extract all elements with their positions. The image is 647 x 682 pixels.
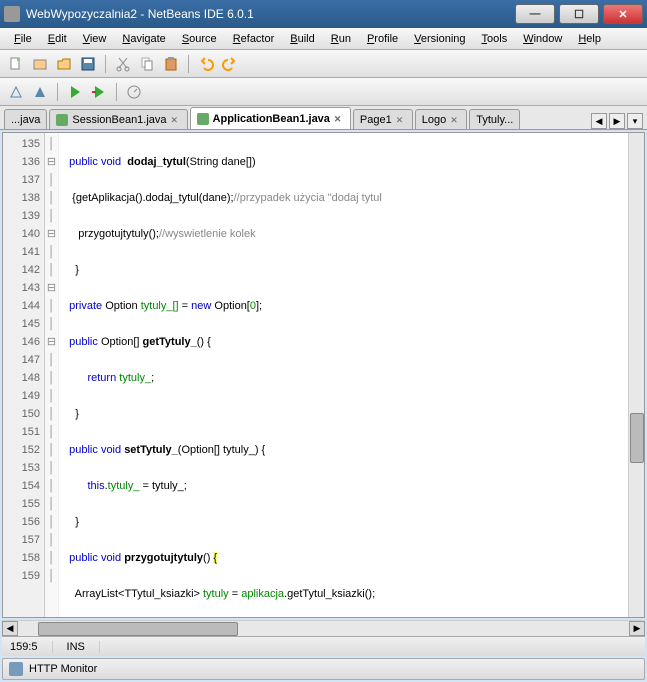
open-button[interactable]: [54, 54, 74, 74]
monitor-icon: [9, 662, 23, 676]
menu-help[interactable]: Help: [570, 31, 609, 47]
scroll-left-button[interactable]: ◀: [2, 621, 18, 636]
profile-button[interactable]: [124, 82, 144, 102]
horizontal-scrollbar[interactable]: ◀ ▶: [2, 620, 645, 636]
http-monitor-panel[interactable]: HTTP Monitor: [2, 658, 645, 680]
cursor-position: 159:5: [10, 641, 53, 653]
status-bar: 159:5 INS: [2, 636, 645, 656]
menu-source[interactable]: Source: [174, 31, 225, 47]
tab-prev-button[interactable]: ◀: [591, 113, 607, 129]
tab-applicationbean[interactable]: ApplicationBean1.java✕: [190, 107, 351, 129]
window-title: WebWypozyczalnia2 - NetBeans IDE 6.0.1: [26, 7, 511, 21]
debug-button[interactable]: [89, 82, 109, 102]
tab-list-button[interactable]: ▾: [627, 113, 643, 129]
scrollbar-thumb[interactable]: [38, 622, 238, 636]
close-icon[interactable]: ✕: [171, 115, 181, 125]
code-area[interactable]: public void dodaj_tytul(String dane[]) {…: [59, 133, 628, 617]
clean-build-button[interactable]: [30, 82, 50, 102]
tab-next-button[interactable]: ▶: [609, 113, 625, 129]
close-icon[interactable]: ✕: [396, 115, 406, 125]
menu-build[interactable]: Build: [282, 31, 322, 47]
tab-tytuly[interactable]: Tytuly...: [469, 109, 520, 129]
redo-button[interactable]: [220, 54, 240, 74]
menu-edit[interactable]: Edit: [40, 31, 75, 47]
panel-label: HTTP Monitor: [29, 663, 97, 675]
undo-button[interactable]: [196, 54, 216, 74]
menu-refactor[interactable]: Refactor: [225, 31, 283, 47]
menu-navigate[interactable]: Navigate: [114, 31, 173, 47]
menu-window[interactable]: Window: [515, 31, 570, 47]
tab-logo[interactable]: Logo✕: [415, 109, 467, 129]
vertical-scrollbar[interactable]: [628, 133, 644, 617]
menu-file[interactable]: File: [6, 31, 40, 47]
java-icon: [197, 113, 209, 125]
paste-button[interactable]: [161, 54, 181, 74]
code-editor[interactable]: 1351361371381391401411421431441451461471…: [2, 132, 645, 618]
close-icon[interactable]: ✕: [334, 114, 344, 124]
menu-view[interactable]: View: [75, 31, 115, 47]
menu-bar: File Edit View Navigate Source Refactor …: [0, 28, 647, 50]
menu-tools[interactable]: Tools: [474, 31, 516, 47]
scrollbar-thumb[interactable]: [630, 413, 644, 463]
tab-navigation: ◀ ▶ ▾: [591, 113, 643, 129]
java-icon: [56, 114, 68, 126]
tab-page1[interactable]: Page1✕: [353, 109, 413, 129]
new-project-button[interactable]: [30, 54, 50, 74]
app-icon: [4, 6, 20, 22]
build-button[interactable]: [6, 82, 26, 102]
line-gutter: 1351361371381391401411421431441451461471…: [3, 133, 45, 617]
scroll-right-button[interactable]: ▶: [629, 621, 645, 636]
close-icon[interactable]: ✕: [450, 115, 460, 125]
menu-profile[interactable]: Profile: [359, 31, 406, 47]
cut-button[interactable]: [113, 54, 133, 74]
close-button[interactable]: ✕: [603, 4, 643, 24]
maximize-button[interactable]: ☐: [559, 4, 599, 24]
save-button[interactable]: [78, 54, 98, 74]
run-button[interactable]: [65, 82, 85, 102]
fold-column[interactable]: │⊟│││⊟││⊟││⊟│││││││││││││: [45, 133, 59, 617]
window-titlebar: WebWypozyczalnia2 - NetBeans IDE 6.0.1 —…: [0, 0, 647, 28]
main-toolbar: [0, 50, 647, 78]
copy-button[interactable]: [137, 54, 157, 74]
editor-tabs: ...java SessionBean1.java✕ ApplicationBe…: [0, 106, 647, 130]
new-file-button[interactable]: [6, 54, 26, 74]
menu-versioning[interactable]: Versioning: [406, 31, 473, 47]
run-toolbar: [0, 78, 647, 106]
insert-mode: INS: [67, 641, 100, 653]
minimize-button[interactable]: —: [515, 4, 555, 24]
tab-sessionbean[interactable]: SessionBean1.java✕: [49, 109, 187, 129]
tab-java[interactable]: ...java: [4, 109, 47, 129]
menu-run[interactable]: Run: [323, 31, 359, 47]
